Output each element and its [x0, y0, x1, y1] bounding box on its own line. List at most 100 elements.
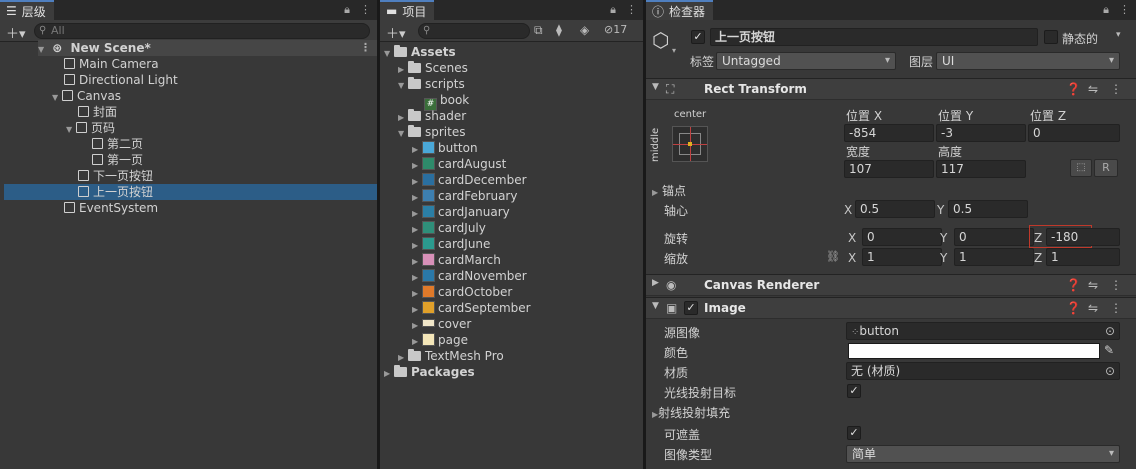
preset-icon[interactable]: ⇋: [1088, 301, 1098, 315]
anchors-row[interactable]: ▶ 锚点: [652, 182, 686, 199]
sprite-card[interactable]: ▶ cardJuly: [412, 220, 486, 236]
folder-shader[interactable]: ▶ shader: [398, 108, 466, 124]
rotation-y-field[interactable]: 0: [954, 228, 1034, 246]
expand-icon[interactable]: ▶: [652, 188, 658, 197]
sprite-cover[interactable]: ▶ cover: [412, 316, 471, 332]
tag-dropdown[interactable]: Untagged: [716, 52, 896, 70]
list-item[interactable]: 第二页: [92, 136, 143, 152]
list-item[interactable]: Main Camera: [64, 56, 159, 72]
sprite-card[interactable]: ▶ cardJanuary: [412, 204, 510, 220]
pos-z-field[interactable]: 0: [1028, 124, 1120, 142]
filter-type-icon[interactable]: ⧫: [556, 23, 562, 37]
folder-scripts[interactable]: ▼ scripts: [398, 76, 465, 92]
expand-icon[interactable]: ▼: [398, 126, 408, 142]
list-item[interactable]: 封面: [78, 104, 117, 120]
preset-icon[interactable]: ⇋: [1088, 82, 1098, 96]
material-field[interactable]: 无 (材质) ⊙: [846, 362, 1120, 380]
blueprint-mode-button[interactable]: ⬚: [1070, 159, 1092, 177]
sprite-button[interactable]: ▶ button: [412, 140, 478, 156]
sprite-card[interactable]: ▶ cardMarch: [412, 252, 501, 268]
folder-scenes[interactable]: ▶ Scenes: [398, 60, 468, 76]
filter-label-icon[interactable]: ◈: [580, 23, 589, 37]
active-checkbox[interactable]: ✓: [691, 30, 705, 44]
height-field[interactable]: 117: [936, 160, 1026, 178]
list-item[interactable]: EventSystem: [64, 200, 158, 216]
hierarchy-search-input[interactable]: ⚲ All: [34, 23, 370, 39]
add-button[interactable]: ＋▾: [386, 23, 406, 42]
anchor-preset-button[interactable]: [672, 126, 708, 162]
component-menu-icon[interactable]: ⋮: [1110, 278, 1122, 292]
list-item[interactable]: Directional Light: [64, 72, 178, 88]
pos-x-field[interactable]: -854: [844, 124, 934, 142]
list-item[interactable]: ▼ Canvas: [52, 88, 121, 104]
list-item[interactable]: ▼ 页码: [66, 120, 115, 136]
tab-project[interactable]: ▬ 项目: [380, 0, 435, 20]
list-item[interactable]: 第一页: [92, 152, 143, 168]
collapse-icon[interactable]: ▼: [652, 82, 659, 92]
canvas-renderer-header[interactable]: ▶ ◉ Canvas Renderer ❓ ⇋ ⋮: [646, 274, 1136, 296]
list-item[interactable]: 下一页按钮: [78, 168, 153, 184]
folder-assets[interactable]: ▼ Assets: [384, 44, 456, 60]
folder-sprites[interactable]: ▼ sprites: [398, 124, 465, 140]
rotation-z-field[interactable]: -180: [1046, 228, 1120, 246]
layer-dropdown[interactable]: UI: [936, 52, 1120, 70]
rotation-x-field[interactable]: 0: [862, 228, 942, 246]
folder-packages[interactable]: ▶ Packages: [384, 364, 475, 380]
collapse-icon[interactable]: ▶: [652, 278, 659, 288]
list-item-selected[interactable]: 上一页按钮: [4, 184, 377, 200]
lock-icon[interactable]: 🔒︎: [1103, 3, 1109, 17]
collapse-icon[interactable]: ▼: [652, 301, 659, 311]
lock-icon[interactable]: 🔒︎: [344, 3, 350, 17]
expand-icon[interactable]: ▼: [66, 122, 76, 138]
expand-icon[interactable]: ▼: [398, 78, 408, 94]
eyedropper-icon[interactable]: ✎: [1104, 343, 1114, 357]
object-name-field[interactable]: 上一页按钮: [710, 28, 1038, 46]
maskable-checkbox[interactable]: ✓: [847, 426, 861, 440]
component-menu-icon[interactable]: ⋮: [1110, 301, 1122, 315]
add-button[interactable]: ＋▾: [6, 23, 26, 42]
pos-y-field[interactable]: -3: [936, 124, 1026, 142]
component-menu-icon[interactable]: ⋮: [1110, 82, 1122, 96]
sprite-card[interactable]: ▶ cardFebruary: [412, 188, 517, 204]
lock-icon[interactable]: 🔒︎: [610, 3, 616, 17]
more-icon[interactable]: ⋮: [626, 3, 637, 17]
search-scope-icon[interactable]: ⧉: [534, 23, 543, 38]
sprite-card[interactable]: ▶ cardDecember: [412, 172, 527, 188]
help-icon[interactable]: ❓: [1066, 301, 1081, 315]
pivot-x-field[interactable]: 0.5: [855, 200, 935, 218]
tab-inspector[interactable]: ⓘ 检查器: [646, 0, 714, 20]
expand-icon[interactable]: ▼: [38, 42, 48, 58]
pivot-y-field[interactable]: 0.5: [948, 200, 1028, 218]
more-icon[interactable]: ⋮: [360, 3, 371, 17]
tab-hierarchy[interactable]: ☰ 层级: [0, 0, 54, 20]
raw-edit-button[interactable]: R: [1094, 159, 1118, 177]
image-enabled-checkbox[interactable]: ✓: [684, 301, 698, 315]
more-icon[interactable]: ⋮: [1119, 3, 1130, 17]
scale-x-field[interactable]: 1: [862, 248, 942, 266]
expand-icon[interactable]: ▼: [52, 90, 62, 106]
sprite-card[interactable]: ▶ cardNovember: [412, 268, 527, 284]
scene-row[interactable]: ▼ ⊛ New Scene* ⋮: [38, 40, 377, 56]
sprite-card[interactable]: ▶ cardOctober: [412, 284, 512, 300]
raycast-padding-row[interactable]: ▶射线投射填充: [652, 404, 730, 421]
scale-y-field[interactable]: 1: [954, 248, 1034, 266]
constrain-scale-icon[interactable]: ⛓: [826, 250, 840, 263]
image-header[interactable]: ▼ ▣ ✓ Image ❓ ⇋ ⋮: [646, 297, 1136, 319]
color-swatch[interactable]: [848, 343, 1100, 359]
help-icon[interactable]: ❓: [1066, 278, 1081, 292]
rect-transform-header[interactable]: ▼ ⛶ Rect Transform ❓ ⇋ ⋮: [646, 78, 1136, 100]
expand-icon[interactable]: ▼: [384, 46, 394, 62]
folder-textmeshpro[interactable]: ▶ TextMesh Pro: [398, 348, 504, 364]
object-picker-icon[interactable]: ⊙: [1105, 363, 1115, 379]
hidden-packages-button[interactable]: ⊘17: [604, 23, 627, 36]
scale-z-field[interactable]: 1: [1046, 248, 1120, 266]
image-type-dropdown[interactable]: 简单: [846, 445, 1120, 463]
file-book[interactable]: # book: [424, 92, 469, 111]
scene-menu-icon[interactable]: ⋮: [360, 40, 371, 56]
object-picker-icon[interactable]: ⊙: [1105, 323, 1115, 339]
icon-dropdown-icon[interactable]: ▾: [672, 46, 676, 55]
sprite-card[interactable]: ▶ cardJune: [412, 236, 490, 252]
sprite-card[interactable]: ▶ cardAugust: [412, 156, 506, 172]
static-dropdown-icon[interactable]: ▾: [1116, 30, 1121, 40]
raycast-target-checkbox[interactable]: ✓: [847, 384, 861, 398]
